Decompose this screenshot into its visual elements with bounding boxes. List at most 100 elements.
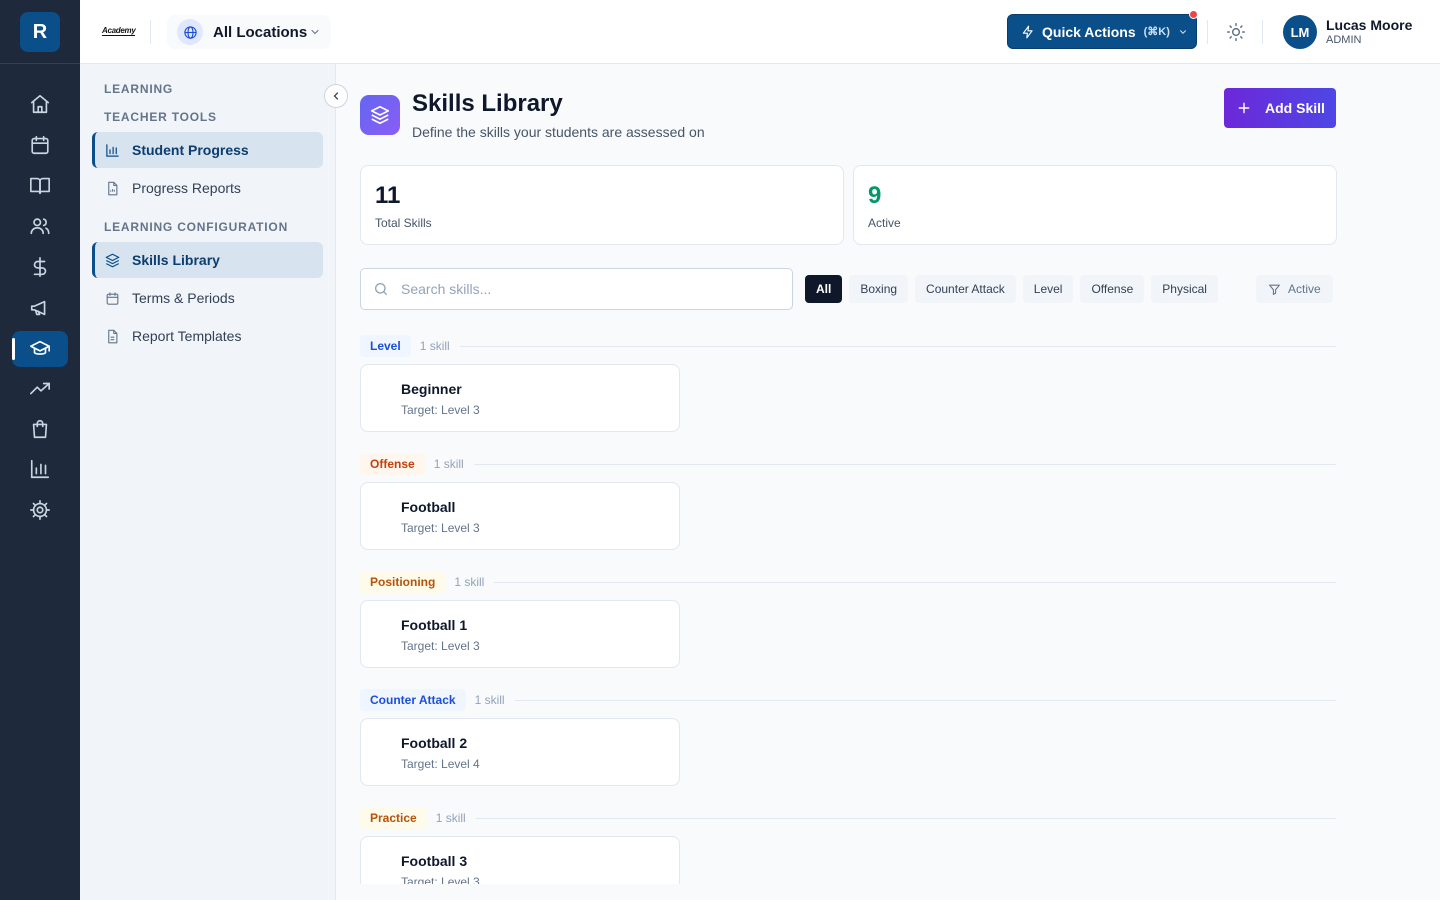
subnav-skills-library[interactable]: Skills Library <box>92 242 323 278</box>
subnav-terms-periods[interactable]: Terms & Periods <box>92 280 323 316</box>
nav-growth[interactable] <box>12 371 68 407</box>
avatar[interactable]: LM <box>1283 15 1317 49</box>
nav-courses[interactable] <box>12 167 68 203</box>
group-divider <box>459 345 1336 347</box>
filter-icon <box>1269 284 1280 295</box>
skill-card[interactable]: Football 3 Target: Level 3 <box>360 836 680 884</box>
notification-dot <box>1189 10 1198 19</box>
nav-people[interactable] <box>12 208 68 244</box>
book-icon <box>30 177 50 195</box>
skill-name: Football <box>401 499 456 515</box>
collapse-sidebar-button[interactable] <box>324 84 348 108</box>
nav-learning[interactable] <box>12 331 68 367</box>
stat-label: Total Skills <box>375 216 432 230</box>
skill-count: 1 skill <box>419 339 450 353</box>
topbar-divider <box>1207 20 1208 44</box>
graduation-cap-icon <box>30 340 50 355</box>
filter-chip[interactable]: Counter Attack <box>915 275 1016 303</box>
app-logo[interactable]: R <box>20 12 60 52</box>
filter-chip[interactable]: Boxing <box>849 275 909 303</box>
active-indicator <box>12 338 15 360</box>
filter-chip[interactable]: Level <box>1022 275 1074 303</box>
academy-logo[interactable]: Academy <box>102 26 136 36</box>
search-input[interactable] <box>401 281 761 297</box>
main-content: Skills Library Define the skills your st… <box>336 64 1440 884</box>
layers-icon <box>360 95 400 135</box>
skill-group: Level 1 skill Beginner Target: Level 3 <box>360 335 1336 432</box>
theme-toggle[interactable] <box>1226 22 1246 42</box>
quick-actions-label: Quick Actions <box>1042 23 1136 40</box>
stat-card-total: 11 Total Skills <box>360 165 844 245</box>
nav-settings[interactable] <box>12 492 68 528</box>
location-selector[interactable]: All Locations <box>167 15 331 49</box>
topbar-divider <box>1262 20 1263 44</box>
skill-count: 1 skill <box>435 811 466 825</box>
filter-chip[interactable]: Offense <box>1080 275 1145 303</box>
icon-rail: R <box>0 0 80 900</box>
skill-target: Target: Level 3 <box>401 521 480 535</box>
shopping-bag-icon <box>32 419 48 439</box>
add-skill-button[interactable]: Add Skill <box>1224 88 1336 128</box>
quick-actions-button[interactable]: Quick Actions (⌘K) <box>1007 10 1198 49</box>
group-divider <box>494 581 1336 583</box>
active-filter-label: Active <box>1288 282 1321 296</box>
rail-divider <box>0 63 80 64</box>
skill-count: 1 skill <box>474 693 505 707</box>
location-label: All Locations <box>213 23 308 41</box>
group-header: Level 1 skill <box>360 335 1336 357</box>
search-box <box>360 268 793 310</box>
nav-calendar[interactable] <box>12 127 68 163</box>
skill-name: Football 3 <box>401 853 468 869</box>
category-badge: Practice <box>360 807 427 829</box>
nav-home[interactable] <box>12 86 68 122</box>
file-chart-icon <box>104 180 120 196</box>
skill-card[interactable]: Football 1 Target: Level 3 <box>360 600 680 668</box>
category-filters: All Boxing Counter Attack Level Offense Physi… <box>805 275 1218 303</box>
nav-marketing[interactable] <box>12 290 68 326</box>
skill-group: Counter Attack 1 skill Football 2 Target: L… <box>360 689 1336 786</box>
skill-card[interactable]: Football 2 Target: Level 4 <box>360 718 680 786</box>
user-name[interactable]: Lucas Moore <box>1326 17 1412 33</box>
skill-group: Practice 1 skill Football 3 Target: Level 3 <box>360 807 1336 884</box>
layers-icon <box>104 252 120 268</box>
home-icon <box>30 94 50 114</box>
top-bar: Academy All Locations Quick Actions (⌘K)… <box>80 0 1440 64</box>
user-role: ADMIN <box>1326 34 1362 46</box>
skill-name: Beginner <box>401 381 462 397</box>
megaphone-icon <box>30 300 46 316</box>
active-filter-button[interactable]: Active <box>1256 275 1333 303</box>
skill-card[interactable]: Beginner Target: Level 3 <box>360 364 680 432</box>
subnav-student-progress[interactable]: Student Progress <box>92 132 323 168</box>
group-divider <box>475 817 1336 819</box>
group-header: Positioning 1 skill <box>360 571 1336 593</box>
subnav-progress-reports[interactable]: Progress Reports <box>92 170 323 206</box>
group-divider <box>473 463 1336 465</box>
skill-card[interactable]: Football Target: Level 3 <box>360 482 680 550</box>
chevron-down-icon <box>1179 29 1186 34</box>
skill-target: Target: Level 4 <box>401 757 480 771</box>
page-subtitle: Define the skills your students are asse… <box>412 124 705 140</box>
nav-shop[interactable] <box>12 411 68 447</box>
skill-name: Football 2 <box>401 735 468 751</box>
subnav-label: Terms & Periods <box>132 290 235 306</box>
skill-group: Offense 1 skill Football Target: Level 3 <box>360 453 1336 550</box>
subnav-label: Skills Library <box>132 252 220 268</box>
nav-reports[interactable] <box>12 451 68 487</box>
search-icon <box>375 283 387 295</box>
bar-chart-icon <box>30 459 50 479</box>
skill-count: 1 skill <box>454 575 485 589</box>
globe-icon <box>177 19 203 45</box>
subnav-report-templates[interactable]: Report Templates <box>92 318 323 354</box>
stat-card-active: 9 Active <box>853 165 1337 245</box>
file-text-icon <box>104 328 120 344</box>
calendar-icon <box>31 135 49 155</box>
filter-chip[interactable]: All <box>805 275 843 303</box>
skill-name: Football 1 <box>401 617 468 633</box>
category-badge: Counter Attack <box>360 689 466 711</box>
users-icon <box>30 218 50 235</box>
filter-chip[interactable]: Physical <box>1151 275 1218 303</box>
stat-value: 11 <box>375 182 401 209</box>
nav-billing[interactable] <box>12 249 68 285</box>
section-learning: LEARNING <box>104 82 174 96</box>
subnav-label: Student Progress <box>132 142 249 158</box>
